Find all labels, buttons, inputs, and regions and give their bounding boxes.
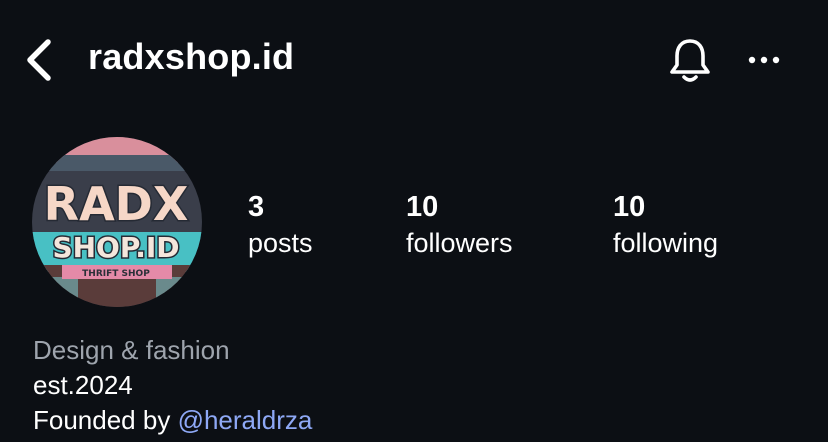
avatar[interactable]: RADX SHOP.ID THRIFT SHOP xyxy=(32,137,202,307)
bio-category: Design & fashion xyxy=(33,335,230,365)
svg-text:THRIFT SHOP: THRIFT SHOP xyxy=(82,269,150,279)
bio-line-established: est.2024 xyxy=(33,370,133,400)
bell-icon xyxy=(670,39,710,82)
posts-count: 3 xyxy=(248,191,265,223)
more-options-button[interactable] xyxy=(744,46,784,74)
svg-text:RADX: RADX xyxy=(44,177,189,231)
following-stat[interactable]: 10 following xyxy=(613,190,718,260)
followers-stat[interactable]: 10 followers xyxy=(406,190,513,260)
chevron-left-icon xyxy=(27,39,51,81)
more-horizontal-icon xyxy=(748,56,780,64)
posts-stat[interactable]: 3 posts xyxy=(248,190,313,260)
following-label: following xyxy=(613,228,719,258)
followers-count: 10 xyxy=(406,191,439,223)
avatar-logo-image: RADX SHOP.ID THRIFT SHOP xyxy=(32,137,202,307)
svg-text:SHOP.ID: SHOP.ID xyxy=(52,231,179,264)
posts-label: posts xyxy=(248,228,313,258)
bio-line-founded: Founded by @heraldrza xyxy=(33,403,312,438)
notifications-button[interactable] xyxy=(664,34,716,86)
followers-label: followers xyxy=(406,228,513,258)
profile-bio: Design & fashion est.2024 Founded by @he… xyxy=(33,333,312,438)
following-count: 10 xyxy=(613,191,646,223)
top-bar: radxshop.id xyxy=(0,0,828,120)
bio-founded-prefix: Founded by xyxy=(33,405,171,435)
back-button[interactable] xyxy=(22,38,58,82)
profile-username: radxshop.id xyxy=(88,36,295,77)
founder-mention-link[interactable]: @heraldrza xyxy=(178,405,313,435)
